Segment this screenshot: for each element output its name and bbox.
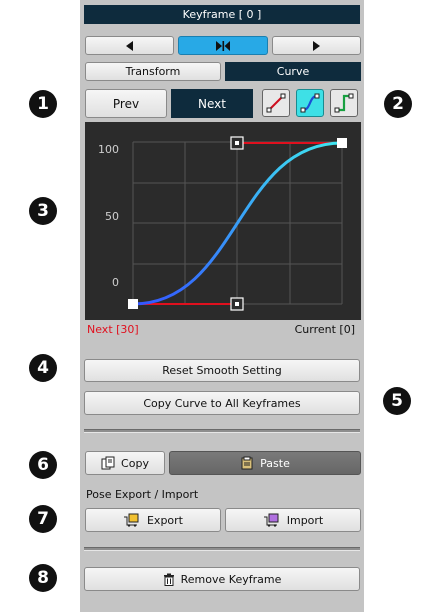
current-frame-status: Current [0] <box>294 323 355 336</box>
import-label: Import <box>286 513 324 527</box>
panel-title-bar: Keyframe [ 0 ] <box>84 5 360 24</box>
end-keyframe-point[interactable] <box>337 138 347 148</box>
next-target-label: Next <box>198 96 226 111</box>
next-target-button[interactable]: Next <box>171 89 253 118</box>
import-button[interactable]: Import <box>225 508 361 532</box>
reset-smooth-label: Reset Smooth Setting <box>162 364 282 377</box>
reset-smooth-button[interactable]: Reset Smooth Setting <box>84 359 360 382</box>
tab-transform[interactable]: Transform <box>85 62 221 81</box>
tab-curve-label: Curve <box>276 65 310 78</box>
remove-keyframe-button[interactable]: Remove Keyframe <box>84 567 360 591</box>
graph-background <box>85 122 361 320</box>
start-tangent-handle[interactable] <box>230 297 244 311</box>
export-icon <box>123 513 139 527</box>
divider <box>84 547 360 551</box>
next-frame-status: Next [30] <box>87 323 139 336</box>
triangle-left-icon <box>126 40 133 51</box>
export-label: Export <box>146 513 183 527</box>
paste-label: Paste <box>260 456 290 470</box>
y-tick-0: 0 <box>112 276 119 289</box>
annotation-marker-5: 5 <box>383 387 411 415</box>
screen: Keyframe [ 0 ] Transform Curve Prev Next <box>0 0 442 612</box>
y-tick-50: 50 <box>105 210 119 223</box>
curve-graph[interactable]: 100 50 0 <box>85 122 361 320</box>
annotation-marker-3: 3 <box>29 197 57 225</box>
paste-icon <box>241 456 253 470</box>
paste-button[interactable]: Paste <box>169 451 361 475</box>
annotation-marker-6: 6 <box>29 451 57 479</box>
key-frame-center-icon <box>216 40 230 51</box>
prev-target-button[interactable]: Prev <box>85 89 167 118</box>
triangle-right-icon <box>313 40 320 51</box>
panel-title: Keyframe [ 0 ] <box>182 8 262 21</box>
copy-icon <box>101 456 115 470</box>
start-keyframe-point[interactable] <box>128 299 138 309</box>
prev-target-label: Prev <box>112 96 140 111</box>
step-curve-icon <box>334 93 354 113</box>
copy-curve-label: Copy Curve to All Keyframes <box>143 396 301 410</box>
previous-keyframe-button[interactable] <box>85 36 174 55</box>
remove-keyframe-label: Remove Keyframe <box>180 572 282 586</box>
end-tangent-handle[interactable] <box>230 136 244 150</box>
linear-curve-icon <box>266 93 286 113</box>
divider <box>84 429 360 433</box>
smooth-curve-icon <box>300 93 320 113</box>
annotation-marker-8: 8 <box>29 564 57 592</box>
trash-icon <box>163 573 174 586</box>
tab-transform-label: Transform <box>125 65 181 78</box>
annotation-marker-7: 7 <box>29 505 57 533</box>
pose-export-import-heading: Pose Export / Import <box>86 488 199 501</box>
tab-curve[interactable]: Curve <box>225 62 361 81</box>
annotation-marker-2: 2 <box>384 90 412 118</box>
linear-curve-button[interactable] <box>262 89 290 117</box>
y-tick-100: 100 <box>98 143 119 156</box>
next-keyframe-button[interactable] <box>272 36 361 55</box>
step-curve-button[interactable] <box>330 89 358 117</box>
annotation-marker-4: 4 <box>29 354 57 382</box>
copy-label: Copy <box>121 456 149 470</box>
copy-curve-button[interactable]: Copy Curve to All Keyframes <box>84 391 360 415</box>
annotation-marker-1: 1 <box>29 90 57 118</box>
center-keyframe-button[interactable] <box>178 36 268 55</box>
import-icon <box>263 513 279 527</box>
copy-button[interactable]: Copy <box>85 451 165 475</box>
export-button[interactable]: Export <box>85 508 221 532</box>
smooth-curve-button[interactable] <box>296 89 324 117</box>
